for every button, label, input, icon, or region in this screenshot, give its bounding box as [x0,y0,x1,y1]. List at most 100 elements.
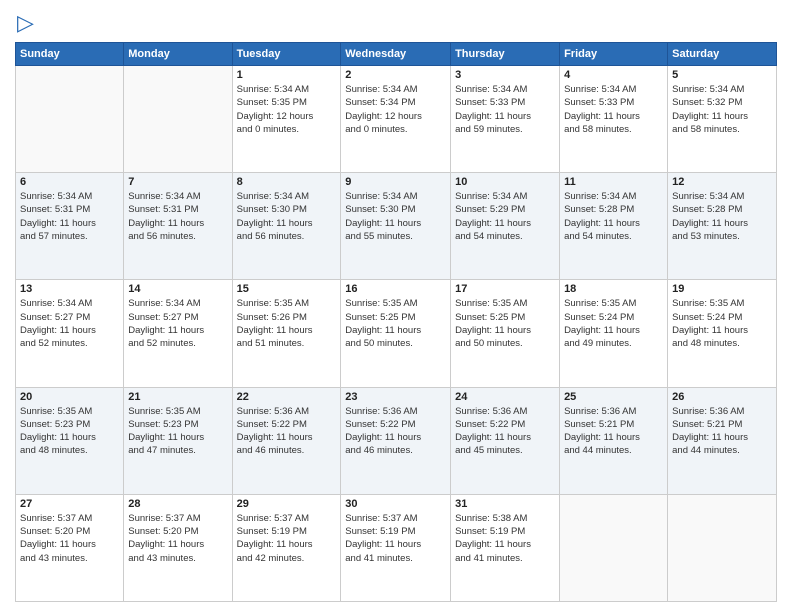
day-number: 26 [672,391,772,403]
day-number: 23 [345,391,446,403]
day-number: 5 [672,69,772,81]
calendar-cell [560,494,668,601]
day-detail: Sunrise: 5:36 AMSunset: 5:22 PMDaylight:… [345,405,446,458]
day-number: 1 [237,69,337,81]
day-number: 28 [128,498,227,510]
day-detail: Sunrise: 5:35 AMSunset: 5:23 PMDaylight:… [128,405,227,458]
day-detail: Sunrise: 5:34 AMSunset: 5:33 PMDaylight:… [564,83,663,136]
calendar-cell: 15 Sunrise: 5:35 AMSunset: 5:26 PMDayligh… [232,280,341,387]
day-number: 21 [128,391,227,403]
calendar-cell: 23 Sunrise: 5:36 AMSunset: 5:22 PMDayligh… [341,387,451,494]
calendar-cell: 27 Sunrise: 5:37 AMSunset: 5:20 PMDayligh… [16,494,124,601]
calendar-week-row: 1 Sunrise: 5:34 AMSunset: 5:35 PMDaylight… [16,66,777,173]
day-number: 22 [237,391,337,403]
calendar-cell: 12 Sunrise: 5:34 AMSunset: 5:28 PMDayligh… [668,173,777,280]
day-number: 24 [455,391,555,403]
calendar-cell: 18Sunrise: 5:35 AMSunset: 5:24 PMDayligh… [560,280,668,387]
calendar-cell: 8 Sunrise: 5:34 AMSunset: 5:30 PMDaylight… [232,173,341,280]
day-number: 14 [128,283,227,295]
day-number: 27 [20,498,119,510]
page: ▷ SundayMondayTuesdayWednesdayThursdayFr… [0,0,792,612]
day-detail: Sunrise: 5:35 AMSunset: 5:25 PMDaylight:… [455,297,555,350]
day-detail: Sunrise: 5:37 AMSunset: 5:19 PMDaylight:… [237,512,337,565]
calendar-cell: 20 Sunrise: 5:35 AMSunset: 5:23 PMDayligh… [16,387,124,494]
calendar-cell: 21 Sunrise: 5:35 AMSunset: 5:23 PMDayligh… [124,387,232,494]
day-number: 19 [672,283,772,295]
day-detail: Sunrise: 5:34 AMSunset: 5:33 PMDaylight:… [455,83,555,136]
day-detail: Sunrise: 5:34 AMSunset: 5:34 PMDaylight:… [345,83,446,136]
day-header-tuesday: Tuesday [232,43,341,66]
day-number: 16 [345,283,446,295]
day-detail: Sunrise: 5:35 AMSunset: 5:25 PMDaylight:… [345,297,446,350]
day-number: 12 [672,176,772,188]
day-header-monday: Monday [124,43,232,66]
calendar-week-row: 6 Sunrise: 5:34 AMSunset: 5:31 PMDaylight… [16,173,777,280]
day-number: 9 [345,176,446,188]
calendar-cell: 7 Sunrise: 5:34 AMSunset: 5:31 PMDaylight… [124,173,232,280]
calendar-cell [668,494,777,601]
day-detail: Sunrise: 5:34 AMSunset: 5:28 PMDaylight:… [672,190,772,243]
logo: ▷ [15,10,34,36]
day-number: 17 [455,283,555,295]
day-detail: Sunrise: 5:35 AMSunset: 5:24 PMDaylight:… [564,297,663,350]
calendar-cell: 14 Sunrise: 5:34 AMSunset: 5:27 PMDayligh… [124,280,232,387]
calendar-cell: 11Sunrise: 5:34 AMSunset: 5:28 PMDayligh… [560,173,668,280]
calendar-cell: 2 Sunrise: 5:34 AMSunset: 5:34 PMDaylight… [341,66,451,173]
day-detail: Sunrise: 5:34 AMSunset: 5:30 PMDaylight:… [237,190,337,243]
day-detail: Sunrise: 5:36 AMSunset: 5:21 PMDaylight:… [672,405,772,458]
day-header-saturday: Saturday [668,43,777,66]
day-detail: Sunrise: 5:34 AMSunset: 5:27 PMDaylight:… [20,297,119,350]
day-detail: Sunrise: 5:35 AMSunset: 5:24 PMDaylight:… [672,297,772,350]
calendar: SundayMondayTuesdayWednesdayThursdayFrid… [15,42,777,602]
calendar-cell: 6Sunrise: 5:34 AMSunset: 5:31 PMDaylight… [16,173,124,280]
day-detail: Sunrise: 5:34 AMSunset: 5:28 PMDaylight:… [564,190,663,243]
day-detail: Sunrise: 5:34 AMSunset: 5:29 PMDaylight:… [455,190,555,243]
day-number: 13 [20,283,119,295]
day-number: 6 [20,176,119,188]
calendar-cell: 3Sunrise: 5:34 AMSunset: 5:33 PMDaylight… [451,66,560,173]
day-header-friday: Friday [560,43,668,66]
calendar-cell: 26 Sunrise: 5:36 AMSunset: 5:21 PMDayligh… [668,387,777,494]
day-header-wednesday: Wednesday [341,43,451,66]
day-number: 30 [345,498,446,510]
day-number: 31 [455,498,555,510]
calendar-cell: 10 Sunrise: 5:34 AMSunset: 5:29 PMDayligh… [451,173,560,280]
day-detail: Sunrise: 5:36 AMSunset: 5:22 PMDaylight:… [237,405,337,458]
day-number: 7 [128,176,227,188]
calendar-cell: 4Sunrise: 5:34 AMSunset: 5:33 PMDaylight… [560,66,668,173]
day-detail: Sunrise: 5:34 AMSunset: 5:35 PMDaylight:… [237,83,337,136]
calendar-cell [16,66,124,173]
day-detail: Sunrise: 5:34 AMSunset: 5:31 PMDaylight:… [128,190,227,243]
day-number: 15 [237,283,337,295]
calendar-week-row: 13 Sunrise: 5:34 AMSunset: 5:27 PMDayligh… [16,280,777,387]
day-detail: Sunrise: 5:34 AMSunset: 5:30 PMDaylight:… [345,190,446,243]
day-number: 8 [237,176,337,188]
day-number: 20 [20,391,119,403]
day-detail: Sunrise: 5:34 AMSunset: 5:27 PMDaylight:… [128,297,227,350]
day-detail: Sunrise: 5:34 AMSunset: 5:32 PMDaylight:… [672,83,772,136]
calendar-cell: 25 Sunrise: 5:36 AMSunset: 5:21 PMDayligh… [560,387,668,494]
calendar-cell: 22 Sunrise: 5:36 AMSunset: 5:22 PMDayligh… [232,387,341,494]
calendar-cell: 9 Sunrise: 5:34 AMSunset: 5:30 PMDaylight… [341,173,451,280]
day-header-thursday: Thursday [451,43,560,66]
day-number: 2 [345,69,446,81]
calendar-cell: 17 Sunrise: 5:35 AMSunset: 5:25 PMDayligh… [451,280,560,387]
day-detail: Sunrise: 5:37 AMSunset: 5:20 PMDaylight:… [20,512,119,565]
calendar-cell: 1 Sunrise: 5:34 AMSunset: 5:35 PMDaylight… [232,66,341,173]
calendar-cell [124,66,232,173]
day-detail: Sunrise: 5:35 AMSunset: 5:23 PMDaylight:… [20,405,119,458]
calendar-cell: 24 Sunrise: 5:36 AMSunset: 5:22 PMDayligh… [451,387,560,494]
day-number: 10 [455,176,555,188]
calendar-header-row: SundayMondayTuesdayWednesdayThursdayFrid… [16,43,777,66]
calendar-cell: 30Sunrise: 5:37 AMSunset: 5:19 PMDayligh… [341,494,451,601]
calendar-cell: 28Sunrise: 5:37 AMSunset: 5:20 PMDayligh… [124,494,232,601]
day-number: 25 [564,391,663,403]
logo-bird-icon: ▷ [17,10,34,36]
calendar-cell: 29Sunrise: 5:37 AMSunset: 5:19 PMDayligh… [232,494,341,601]
day-detail: Sunrise: 5:36 AMSunset: 5:22 PMDaylight:… [455,405,555,458]
calendar-cell: 31Sunrise: 5:38 AMSunset: 5:19 PMDayligh… [451,494,560,601]
day-detail: Sunrise: 5:36 AMSunset: 5:21 PMDaylight:… [564,405,663,458]
calendar-week-row: 20 Sunrise: 5:35 AMSunset: 5:23 PMDayligh… [16,387,777,494]
day-detail: Sunrise: 5:35 AMSunset: 5:26 PMDaylight:… [237,297,337,350]
calendar-cell: 13 Sunrise: 5:34 AMSunset: 5:27 PMDayligh… [16,280,124,387]
